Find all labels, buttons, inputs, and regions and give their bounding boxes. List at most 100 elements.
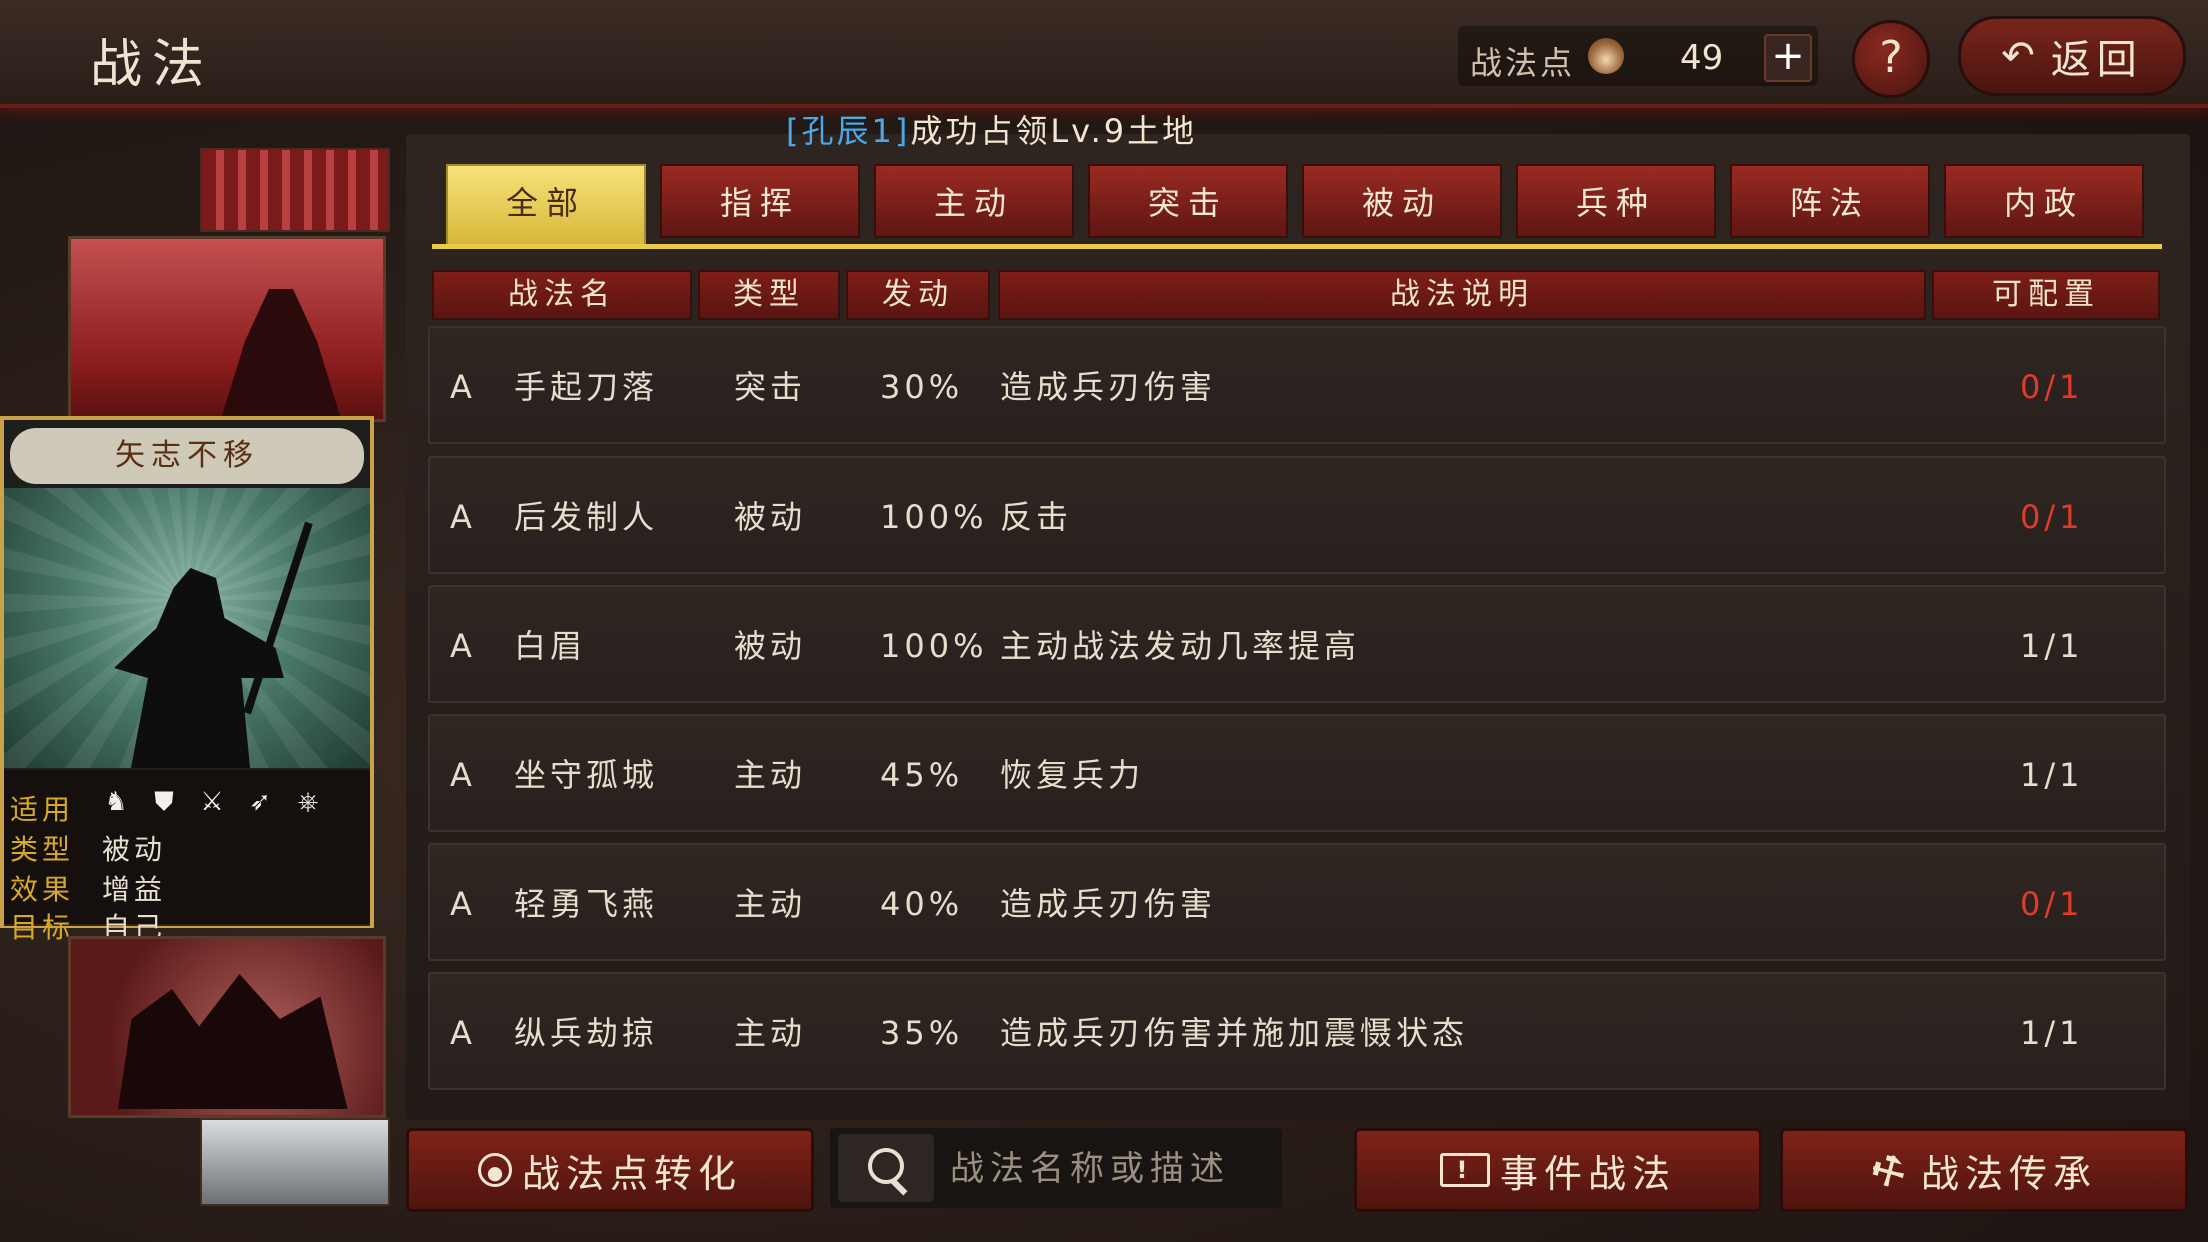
- tab-underline: [432, 244, 2162, 249]
- stat-effect: 效果 增益: [10, 868, 162, 908]
- tactic-grade: A: [450, 756, 476, 794]
- shield-icon: ⛊: [154, 787, 178, 817]
- col-header-count[interactable]: 可配置: [1932, 270, 2160, 320]
- tactic-point-icon: [1588, 38, 1624, 74]
- event-tactics-button[interactable]: ! 事件战法: [1354, 1128, 1762, 1212]
- back-button-label: 返回: [2050, 37, 2143, 83]
- col-header-name[interactable]: 战法名: [432, 270, 692, 320]
- search-icon: [868, 1148, 904, 1184]
- tab-formation[interactable]: 阵法: [1730, 164, 1930, 238]
- tactic-row[interactable]: A 坐守孤城 主动 45% 恢复兵力 1/1: [428, 714, 2166, 832]
- tactic-card-thumb[interactable]: [200, 1118, 390, 1206]
- stat-applies: 适用 ♞ ⛊ ⚔ ➶ ⎈: [10, 788, 318, 828]
- card-stats: 适用 ♞ ⛊ ⚔ ➶ ⎈ 类型 被动 效果 增益 目标 自己: [4, 770, 370, 944]
- tab-command[interactable]: 指挥: [660, 164, 860, 238]
- crossed-swords-icon: ⚔: [200, 787, 228, 817]
- stat-applies-key: 适用: [10, 793, 75, 826]
- tactic-point-icon: [477, 1153, 512, 1187]
- tactic-count: 1/1: [2020, 756, 2084, 794]
- tactic-grade: A: [450, 885, 476, 923]
- search-button[interactable]: [838, 1134, 934, 1202]
- event-scroll-icon: !: [1439, 1153, 1490, 1187]
- tactic-grade: A: [450, 498, 476, 536]
- tactic-desc: 主动战法发动几率提高: [1000, 627, 1361, 665]
- col-header-desc: 战法说明: [998, 270, 1926, 320]
- tactic-count: 1/1: [2020, 627, 2084, 665]
- page-title: 战法: [90, 35, 215, 95]
- tactic-name: 坐守孤城: [514, 756, 659, 794]
- hammer-icon: ⚒: [1862, 1140, 1920, 1200]
- tactic-type: 主动: [734, 756, 807, 794]
- tab-passive[interactable]: 被动: [1302, 164, 1502, 238]
- convert-points-label: 战法点转化: [521, 1151, 742, 1196]
- col-header-type[interactable]: 类型: [698, 270, 840, 320]
- search-box: [830, 1128, 1282, 1208]
- tactic-type: 突击: [734, 368, 807, 406]
- tab-assault[interactable]: 突击: [1088, 164, 1288, 238]
- notice-player[interactable]: [孔辰1]: [786, 112, 910, 150]
- tactic-desc: 造成兵刃伤害并施加震慑状态: [1000, 1014, 1469, 1052]
- tab-troop[interactable]: 兵种: [1516, 164, 1716, 238]
- event-notice: [孔辰1]成功占领Lv.9土地: [786, 106, 1197, 152]
- back-button[interactable]: ↶ 返回: [1958, 16, 2186, 96]
- tactic-inherit-label: 战法传承: [1921, 1151, 2098, 1196]
- tactic-name: 轻勇飞燕: [514, 885, 659, 923]
- tactic-rate: 30%: [880, 368, 964, 406]
- tactic-row[interactable]: A 后发制人 被动 100% 反击 0/1: [428, 456, 2166, 574]
- tactic-points-label: 战法点: [1470, 44, 1576, 82]
- notice-text: 成功占领Lv.9土地: [910, 112, 1198, 150]
- tab-all[interactable]: 全部: [446, 164, 646, 246]
- tactic-rate: 100%: [880, 627, 988, 665]
- search-input[interactable]: [948, 1138, 1272, 1200]
- category-tabs: 全部 指挥 主动 突击 被动 兵种 阵法 内政: [446, 164, 2162, 246]
- card-silhouette: [118, 974, 348, 1109]
- card-silhouette: [221, 289, 341, 419]
- tab-active[interactable]: 主动: [874, 164, 1074, 238]
- tactic-rate: 40%: [880, 885, 964, 923]
- help-button[interactable]: ?: [1852, 20, 1930, 98]
- cavalry-icon: ♞: [104, 787, 132, 817]
- selected-card-name: 矢志不移: [10, 428, 364, 484]
- tactic-grade: A: [450, 627, 476, 665]
- tactic-rate: 35%: [880, 1014, 964, 1052]
- event-tactics-label: 事件战法: [1499, 1151, 1676, 1196]
- tactic-name: 白眉: [514, 627, 587, 665]
- tactic-desc: 反击: [1000, 498, 1073, 536]
- tactic-type: 主动: [734, 885, 807, 923]
- stat-effect-value: 增益: [102, 873, 167, 906]
- tactic-type: 被动: [734, 498, 807, 536]
- tactic-desc: 恢复兵力: [1000, 756, 1145, 794]
- stat-effect-key: 效果: [10, 873, 75, 906]
- convert-points-button[interactable]: 战法点转化: [406, 1128, 814, 1212]
- tactic-type: 被动: [734, 627, 807, 665]
- tactic-rate: 45%: [880, 756, 964, 794]
- stat-target: 目标 自己: [10, 906, 162, 946]
- tactic-inherit-button[interactable]: ⚒ 战法传承: [1780, 1128, 2188, 1212]
- tactic-count: 0/1: [2020, 498, 2084, 536]
- tactic-count: 1/1: [2020, 1014, 2084, 1052]
- tactic-points-box: 战法点 49 +: [1458, 26, 1818, 86]
- stat-type: 类型 被动: [10, 828, 162, 868]
- tactic-row[interactable]: A 白眉 被动 100% 主动战法发动几率提高 1/1: [428, 585, 2166, 703]
- stat-type-value: 被动: [102, 833, 167, 866]
- tab-domestic[interactable]: 内政: [1944, 164, 2144, 238]
- col-header-rate[interactable]: 发动: [846, 270, 990, 320]
- tactic-desc: 造成兵刃伤害: [1000, 885, 1217, 923]
- tactic-desc: 造成兵刃伤害: [1000, 368, 1217, 406]
- tactic-type: 主动: [734, 1014, 807, 1052]
- unit-icons: ♞ ⛊ ⚔ ➶ ⎈: [104, 788, 324, 816]
- tactic-row[interactable]: A 轻勇飞燕 主动 40% 造成兵刃伤害 0/1: [428, 843, 2166, 961]
- tactic-card-thumb[interactable]: [68, 936, 386, 1118]
- tactic-name: 后发制人: [514, 498, 659, 536]
- tactic-card-thumb[interactable]: [200, 148, 390, 232]
- tactic-row[interactable]: A 纵兵劫掠 主动 35% 造成兵刃伤害并施加震慑状态 1/1: [428, 972, 2166, 1090]
- tactic-name: 纵兵劫掠: [514, 1014, 659, 1052]
- top-bar: 战法 战法点 49 + ? ↶ 返回: [0, 0, 2208, 108]
- back-arrow-icon: ↶: [2001, 33, 2041, 79]
- tactic-name: 手起刀落: [514, 368, 659, 406]
- tactic-points-value: 49: [1680, 38, 1724, 78]
- add-points-button[interactable]: +: [1764, 34, 1812, 82]
- tactic-card-thumb[interactable]: [68, 236, 386, 422]
- selected-tactic-card[interactable]: 矢志不移 适用 ♞ ⛊ ⚔ ➶ ⎈ 类型 被动 效果 增益 目标 自己: [0, 416, 374, 944]
- tactic-row[interactable]: A 手起刀落 突击 30% 造成兵刃伤害 0/1: [428, 326, 2166, 444]
